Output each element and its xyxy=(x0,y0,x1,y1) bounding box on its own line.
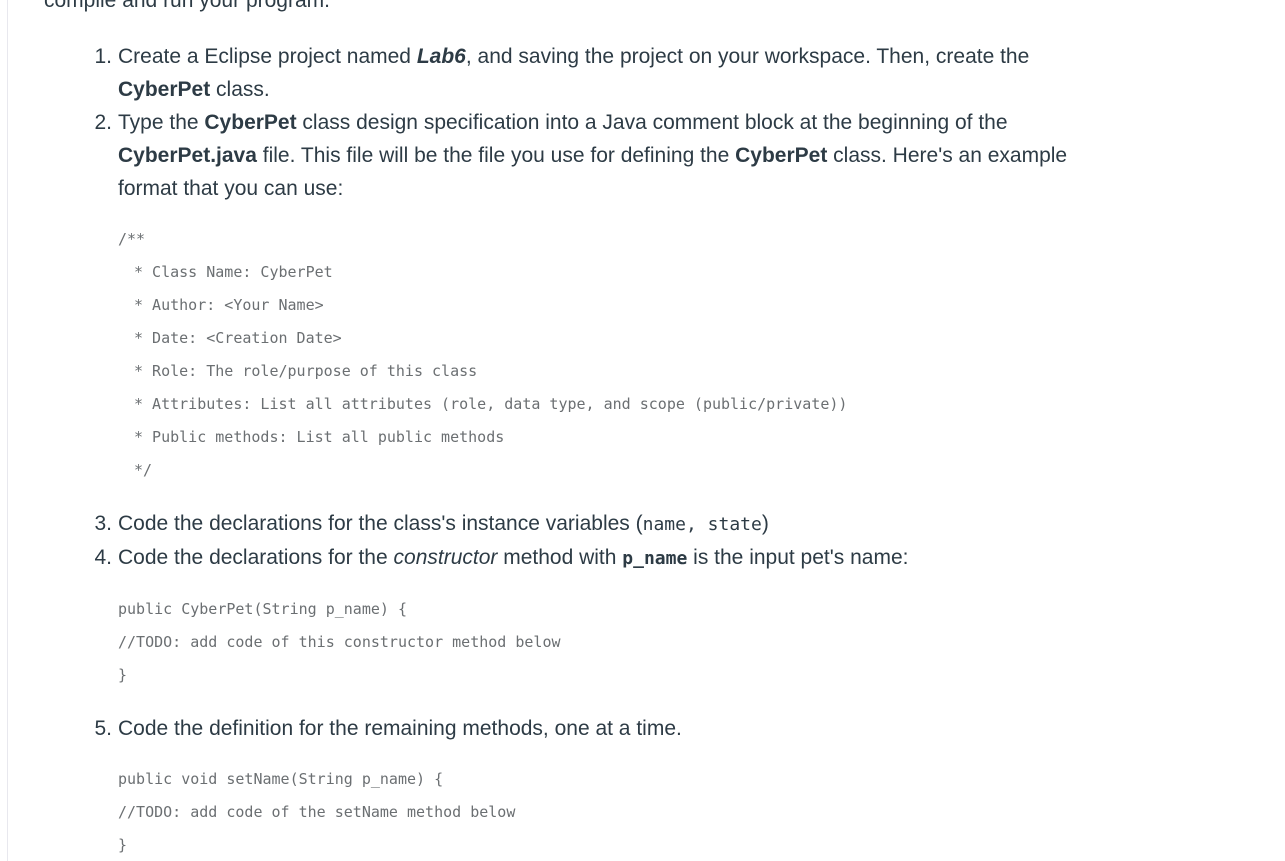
code-line: */ xyxy=(134,461,153,479)
list-item: 1. Create a Eclipse project named Lab6, a… xyxy=(8,40,1285,106)
code-block-spacer xyxy=(118,745,1285,763)
code-block-trailing-spacer xyxy=(118,692,1285,712)
list-item-text: Code the definition for the remaining me… xyxy=(118,712,1078,745)
code-line: * Public methods: List all public method… xyxy=(134,428,505,446)
list-item-text: Type the CyberPet class design specifica… xyxy=(118,106,1078,205)
document-page: compile and run your program. 1. Create a… xyxy=(0,0,1285,861)
text-segment: Code the declarations for the class's in… xyxy=(118,512,643,535)
list-item: 2. Type the CyberPet class design specifi… xyxy=(8,106,1285,507)
text-segment: CyberPet.java xyxy=(118,144,257,167)
list-item-marker: 5. xyxy=(94,717,112,740)
clipped-intro-line: compile and run your program. xyxy=(44,0,330,12)
code-line: public void setName(String p_name) { xyxy=(118,770,444,788)
text-segment: Type the xyxy=(118,111,205,134)
text-segment: CyberPet xyxy=(735,144,828,167)
list-item-marker: 3. xyxy=(94,512,112,535)
list-item: 5. Code the definition for the remaining … xyxy=(8,712,1285,861)
code-line: * Author: <Your Name> xyxy=(134,296,324,314)
text-segment: method with xyxy=(497,546,623,569)
class-comment-block: /** * Class Name: CyberPet * Author: <Your… xyxy=(118,223,1285,487)
text-segment: name, state xyxy=(642,514,762,535)
text-segment: is the input pet's name: xyxy=(687,546,909,569)
code-line: * Class Name: CyberPet xyxy=(134,263,333,281)
text-segment: ) xyxy=(761,512,769,535)
code-line: //TODO: add code of the setName method b… xyxy=(118,803,516,821)
code-line: * Role: The role/purpose of this class xyxy=(134,362,478,380)
list-item-text: Code the declarations for the constructo… xyxy=(118,541,1078,575)
text-segment: constructor xyxy=(393,546,498,569)
list-item-marker: 4. xyxy=(94,546,112,569)
list-item-marker: 1. xyxy=(94,45,112,68)
document-content: compile and run your program. 1. Create a… xyxy=(8,0,1285,861)
text-segment: class. xyxy=(210,78,270,101)
setname-code-block: public void setName(String p_name) { //TO… xyxy=(118,763,1285,861)
list-item-marker: 2. xyxy=(94,111,112,134)
constructor-code-block: public CyberPet(String p_name) { //TODO: … xyxy=(118,593,1285,692)
text-segment: Code the declarations for the xyxy=(118,546,394,569)
text-segment: CyberPet xyxy=(118,78,211,101)
text-segment: p_name xyxy=(622,548,688,569)
text-segment: , and saving the project on your workspa… xyxy=(465,45,1030,68)
text-segment: class design specification into a Java c… xyxy=(296,111,1008,134)
list-item-text: Code the declarations for the class's in… xyxy=(118,507,1078,541)
code-line: //TODO: add code of this constructor met… xyxy=(118,633,561,651)
text-segment: Create a Eclipse project named xyxy=(118,45,417,68)
text-segment: file. This file will be the file you use… xyxy=(256,144,736,167)
code-line: /** xyxy=(118,230,146,248)
code-block-trailing-spacer xyxy=(118,487,1285,507)
code-line: * Attributes: List all attributes (role,… xyxy=(134,395,848,413)
code-block-spacer xyxy=(118,205,1285,223)
code-block-spacer xyxy=(118,575,1285,593)
code-line: } xyxy=(118,666,128,684)
list-item-text: Create a Eclipse project named Lab6, and… xyxy=(118,40,1078,106)
instruction-steps-list: 1. Create a Eclipse project named Lab6, a… xyxy=(8,40,1285,861)
text-segment: Code the definition for the remaining me… xyxy=(118,717,682,740)
list-item: 4. Code the declarations for the construc… xyxy=(8,541,1285,712)
code-line: } xyxy=(118,836,128,854)
text-segment: Lab6 xyxy=(416,45,466,68)
code-line: public CyberPet(String p_name) { xyxy=(118,600,407,618)
text-segment: CyberPet xyxy=(204,111,297,134)
list-item: 3. Code the declarations for the class's … xyxy=(8,507,1285,541)
code-line: * Date: <Creation Date> xyxy=(134,329,342,347)
